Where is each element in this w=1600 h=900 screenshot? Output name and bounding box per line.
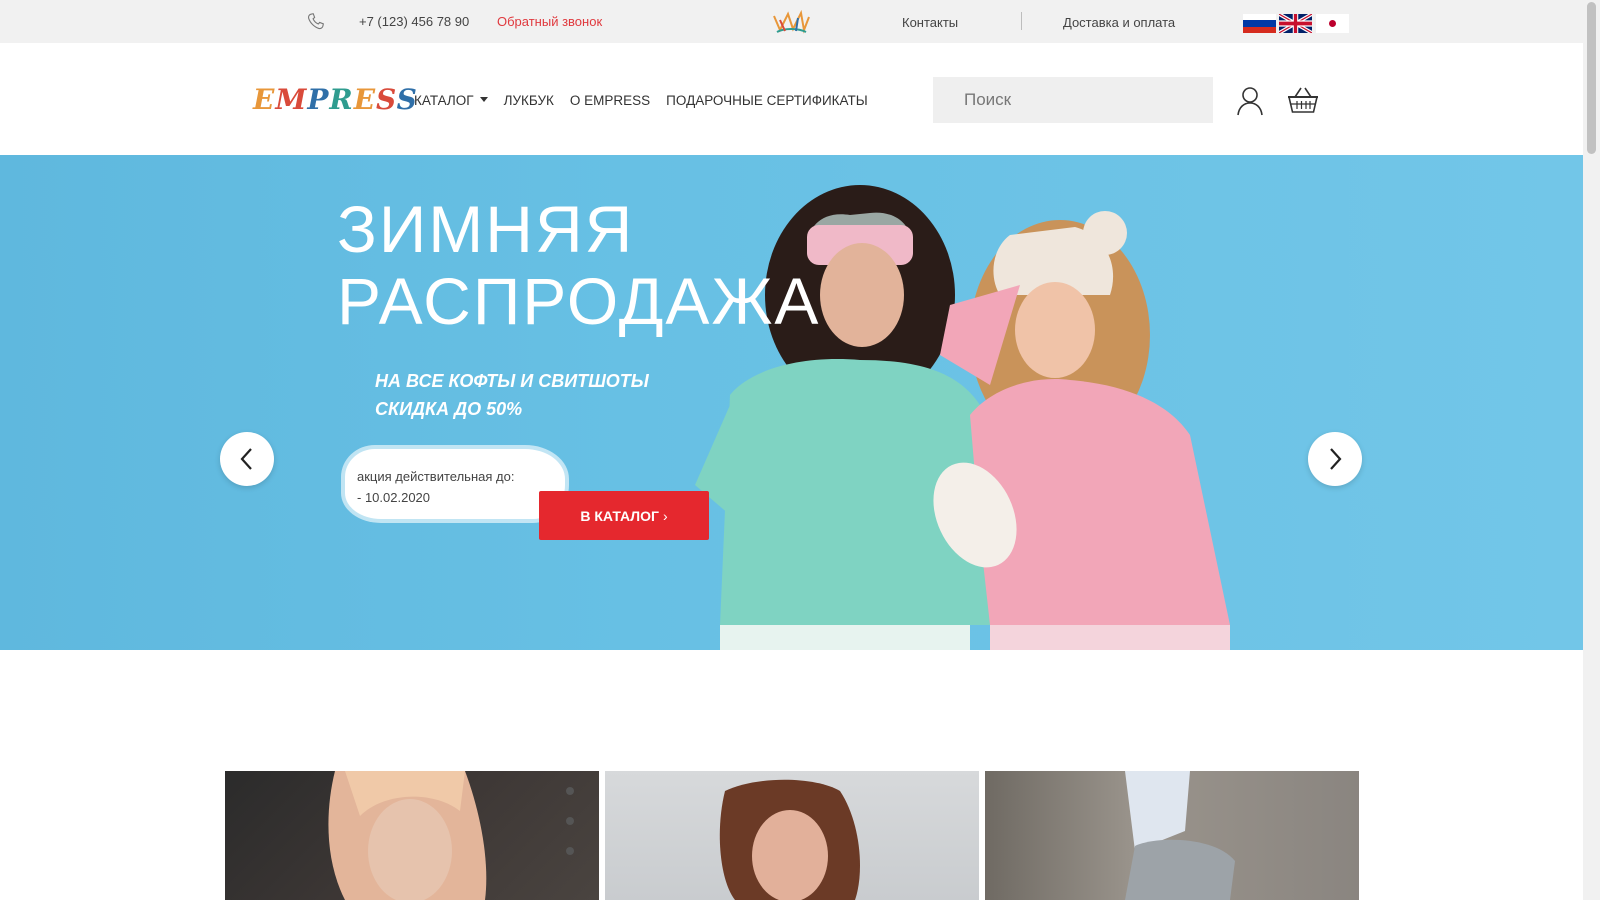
hero-title-line1: ЗИМНЯЯ	[337, 192, 635, 266]
site-header: EMPRESS КАТАЛОГ ЛУКБУК О EMPRESS ПОДАРОЧ…	[0, 43, 1583, 155]
nav-about[interactable]: О EMPRESS	[570, 93, 650, 108]
category-tiles	[225, 771, 1360, 900]
category-tile-2-image	[719, 779, 860, 900]
to-catalog-button[interactable]: В КАТАЛОГ ›	[539, 491, 709, 540]
nav-certificates[interactable]: ПОДАРОЧНЫЕ СЕРТИФИКАТЫ	[666, 93, 868, 108]
crown-icon	[773, 9, 810, 34]
chevron-right-icon: ›	[662, 507, 668, 524]
caret-down-icon	[479, 96, 488, 102]
user-icon[interactable]	[1236, 86, 1264, 116]
slider-prev-button[interactable]	[220, 432, 274, 486]
hero-subtitle-line2: СКИДКА ДО 50%	[375, 399, 523, 419]
logo[interactable]: EMPRESS	[253, 83, 418, 116]
category-tile-3-image	[1125, 771, 1235, 900]
hero-title-line2: РАСПРОДАЖА	[337, 264, 821, 338]
flag-jp-icon[interactable]	[1316, 14, 1349, 33]
nav-catalog-label: КАТАЛОГ	[414, 93, 474, 108]
nav-lookbook[interactable]: ЛУКБУК	[504, 93, 554, 108]
chevron-left-icon	[240, 448, 252, 470]
basket-icon[interactable]	[1286, 85, 1320, 115]
page: +7 (123) 456 78 90 Обратный звонок Конта…	[0, 0, 1600, 900]
callback-link[interactable]: Обратный звонок	[497, 14, 602, 29]
hero-subtitle-line1: НА ВСЕ КОФТЫ И СВИТШОТЫ	[375, 371, 649, 391]
scrollbar-thumb[interactable]	[1587, 2, 1596, 154]
to-catalog-button-label: В КАТАЛОГ	[580, 507, 659, 524]
category-tile-1[interactable]	[225, 771, 599, 900]
slider-next-button[interactable]	[1308, 432, 1362, 486]
hero-subtitle: НА ВСЕ КОФТЫ И СВИТШОТЫ СКИДКА ДО 50%	[375, 367, 649, 423]
page-scrollbar[interactable]	[1583, 0, 1600, 900]
contacts-link[interactable]: Контакты	[902, 15, 958, 30]
promo-validity-date: - 10.02.2020	[357, 490, 431, 505]
category-tile-1-image	[328, 771, 574, 900]
search-input[interactable]	[933, 77, 1213, 123]
top-bar: +7 (123) 456 78 90 Обратный звонок Конта…	[0, 0, 1583, 43]
promo-validity-badge: акция действительная до: - 10.02.2020	[345, 449, 565, 519]
hero-title: ЗИМНЯЯ РАСПРОДАЖА	[337, 193, 820, 337]
flag-ru-icon[interactable]	[1243, 14, 1276, 33]
chevron-right-icon	[1330, 448, 1342, 470]
topbar-divider	[1021, 12, 1022, 30]
category-tile-2[interactable]	[605, 771, 979, 900]
hero-banner: ЗИМНЯЯ РАСПРОДАЖА НА ВСЕ КОФТЫ И СВИТШОТ…	[0, 155, 1583, 650]
nav-catalog[interactable]: КАТАЛОГ	[414, 93, 488, 108]
delivery-link[interactable]: Доставка и оплата	[1063, 15, 1175, 30]
main-nav: КАТАЛОГ ЛУКБУК О EMPRESS ПОДАРОЧНЫЕ СЕРТ…	[414, 93, 884, 108]
promo-validity-label: акция действительная до:	[357, 469, 515, 484]
category-tile-3[interactable]	[985, 771, 1359, 900]
phone-number[interactable]: +7 (123) 456 78 90	[359, 14, 469, 29]
phone-icon	[307, 13, 324, 30]
flag-en-icon[interactable]	[1279, 14, 1312, 33]
